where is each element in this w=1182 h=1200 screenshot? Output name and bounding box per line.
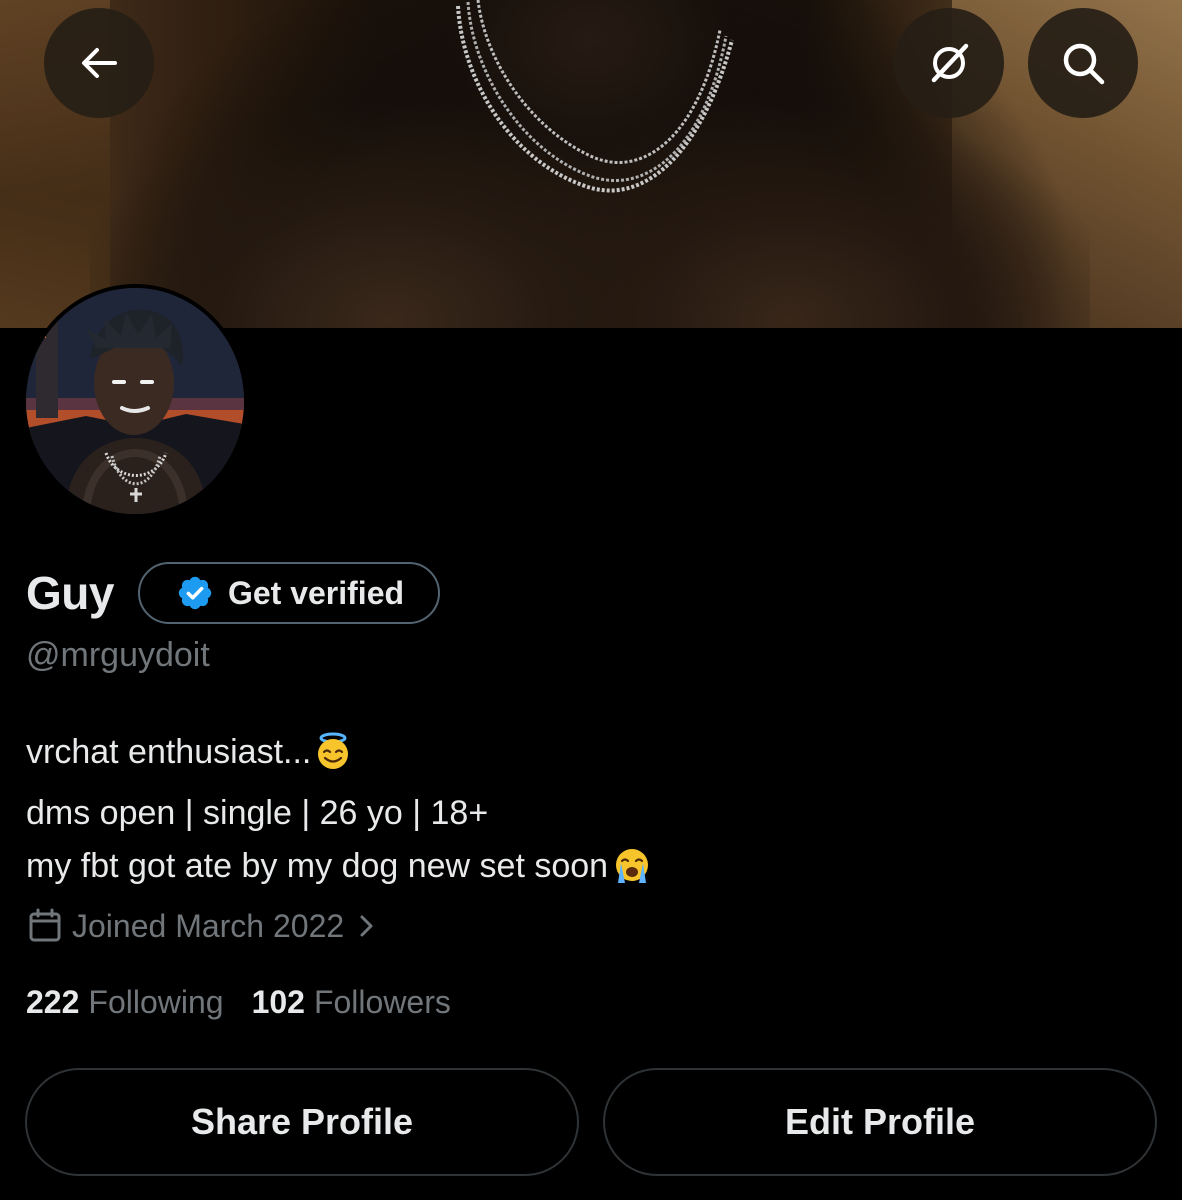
profile-banner[interactable] <box>0 0 1182 328</box>
following-stat[interactable]: 222 Following <box>26 984 224 1021</box>
bio: vrchat enthusiast... dms open | single |… <box>26 726 654 901</box>
grok-button[interactable] <box>894 8 1004 118</box>
smiling-face-with-halo-icon <box>313 731 353 787</box>
avatar-illustration <box>26 288 244 514</box>
get-verified-label: Get verified <box>227 574 405 611</box>
get-verified-button[interactable]: Get verified <box>137 562 441 624</box>
display-name: Guy <box>26 567 114 619</box>
bio-line: vrchat enthusiast... <box>26 726 654 787</box>
avatar-image <box>26 288 244 514</box>
banner-overlay <box>0 0 1182 328</box>
arrow-left-icon <box>82 48 117 78</box>
followers-stat[interactable]: 102 Followers <box>252 984 451 1021</box>
profile-page: Guy Get verified @mrguydoit vrchat enthu… <box>0 0 1182 1200</box>
edit-profile-button[interactable]: Edit Profile <box>603 1068 1157 1176</box>
avatar[interactable] <box>22 284 248 518</box>
search-button[interactable] <box>1028 8 1138 118</box>
following-label: Following <box>88 984 224 1020</box>
handle: @mrguydoit <box>26 636 210 674</box>
joined-text: Joined March 2022 <box>72 907 345 944</box>
following-count: 222 <box>26 984 80 1020</box>
loudly-crying-face-icon <box>610 845 654 901</box>
verified-badge-icon <box>176 574 214 612</box>
bio-line-text: my fbt got ate by my dog new set soon <box>26 847 609 885</box>
chevron-right-icon <box>358 913 376 939</box>
grok-icon <box>931 43 969 83</box>
joined-date[interactable]: Joined March 2022 <box>26 904 376 948</box>
followers-count: 102 <box>251 984 305 1020</box>
back-button[interactable] <box>44 8 154 118</box>
follow-stats: 222 Following 102 Followers <box>26 984 479 1021</box>
bio-line-text: dms open | single | 26 yo | 18+ <box>26 794 489 832</box>
followers-label: Followers <box>313 984 451 1020</box>
name-row: Guy Get verified <box>26 560 441 626</box>
calendar-icon <box>26 907 64 945</box>
share-profile-button[interactable]: Share Profile <box>25 1068 579 1176</box>
bio-line: my fbt got ate by my dog new set soon <box>26 840 654 901</box>
bio-line-text: vrchat enthusiast... <box>26 733 312 771</box>
bio-line: dms open | single | 26 yo | 18+ <box>26 787 654 840</box>
search-icon <box>1063 43 1105 85</box>
